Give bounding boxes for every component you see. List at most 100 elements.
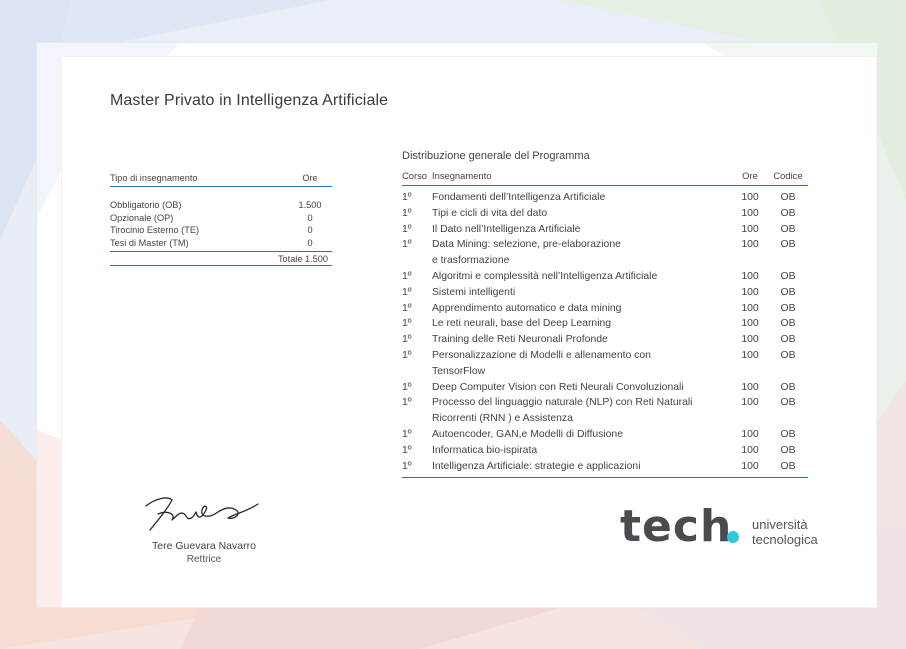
program-row-codice: OB [780,270,796,282]
program-row-ore: 100 [741,460,759,472]
header-codice: Codice [773,170,803,181]
program-row-insegnamento: Algoritmi e complessità nell’Intelligenz… [432,269,732,285]
summary-header-tipo: Tipo di insegnamento [110,173,198,183]
program-row-insegnamento: Deep Computer Vision con Reti Neurali Co… [432,380,732,396]
program-row-ore: 100 [741,239,759,251]
signatory-name: Tere Guevara Navarro [152,540,256,552]
program-row: 1º Training delle Reti Neuronali Profonde… [402,332,808,348]
program-header: Corso Insegnamento Ore Codice [402,170,808,186]
program-row: 1º Sistemi intelligenti 100 OB [402,285,808,301]
program-row-insegnamento: Sistemi intelligenti [432,285,732,301]
program-row-ore: 100 [741,318,759,330]
program-row-codice: OB [780,223,796,235]
summary-total: Totale 1.500 [110,252,332,266]
program-row-ore: 100 [741,302,759,314]
program-row-corso: 1º [402,444,412,456]
header-corso: Corso [402,170,428,181]
program-row-ore: 100 [741,192,759,203]
program-row-ore: 100 [741,349,759,361]
program-row-codice: OB [780,318,796,330]
summary-row: Tirocinio Esterno (TE) 0 [110,224,332,237]
program-row-insegnamento: Training delle Reti Neuronali Profonde [432,332,732,348]
program-row-corso: 1º [402,192,412,203]
program-row-insegnamento-line: Data Mining: selezione, pre-elaborazione [432,239,621,251]
program-row-ore: 100 [741,397,759,409]
program-row-ore: 100 [741,444,759,456]
program-row-ore: 100 [741,381,759,393]
summary-header-ore: Ore [302,173,318,183]
document-title: Master Privato in Intelligenza Artificia… [110,92,389,109]
program-row-corso: 1º [402,302,412,314]
program-row-codice: OB [780,397,796,409]
program-row: 1º Tipi e cicli di vita del dato 100 OB [402,206,808,222]
summary-row-value: 1.500 [298,200,322,210]
program-row-insegnamento: Personalizzazione di Modelli e allenamen… [432,348,732,380]
program-row-ore: 100 [741,207,759,219]
tech-logo: tech università tecnologica [620,503,830,559]
program-row-insegnamento: Informatica bio-ispirata [432,443,732,459]
program-row-insegnamento-line: Fondamenti dell’Intelligenza Artificiale [432,192,606,203]
program-row: 1º Fondamenti dell’Intelligenza Artificia… [402,190,808,206]
program-row-corso: 1º [402,223,412,235]
program-row-insegnamento-line: e trasformazione [432,255,510,267]
summary-rows: Obbligatorio (OB) 1.500 Opzionale (OP) 0… [110,187,332,252]
program-row-corso: 1º [402,334,412,346]
program-row-insegnamento-line: Training delle Reti Neuronali Profonde [432,334,608,346]
program-row-codice: OB [780,239,796,251]
program-row-insegnamento-line: Algoritmi e complessità nell’Intelligenz… [432,270,658,282]
program-row-insegnamento: Le reti neurali, base del Deep Learning [432,316,732,332]
program-row-insegnamento-line: Sistemi intelligenti [432,286,516,298]
program-row-insegnamento-line: Intelligenza Artificiale: strategie e ap… [432,460,641,472]
program-row-insegnamento-line: TensorFlow [432,365,486,377]
program-row-codice: OB [780,444,796,456]
program-row: 1º Le reti neurali, base del Deep Learnin… [402,316,808,332]
certificate-page: Master Privato in Intelligenza Artificia… [0,0,906,649]
program-row-insegnamento-line: Apprendimento automatico e data mining [432,302,622,314]
header-ore: Ore [742,170,758,181]
program-row-corso: 1º [402,286,412,298]
program-row: 1º Informatica bio-ispirata 100 OB [402,443,808,459]
summary-header: Tipo di insegnamento Ore [110,173,332,187]
program-rows: 1º Fondamenti dell’Intelligenza Artificia… [402,186,808,479]
program-row-insegnamento: Fondamenti dell’Intelligenza Artificiale [432,190,732,206]
program-row-codice: OB [780,428,796,440]
program-row-corso: 1º [402,239,412,251]
program-row: 1º Data Mining: selezione, pre-elaborazio… [402,237,808,269]
summary-row-value: 0 [307,237,313,248]
program-row-ore: 100 [741,270,759,282]
summary-row-label: Tesi di Master (TM) [110,237,189,248]
logo-subtitle-line1: università [752,517,808,532]
program-row-corso: 1º [402,318,412,330]
program-row-insegnamento-line: Informatica bio-ispirata [432,444,538,456]
summary-row-value: 0 [307,225,313,235]
program-row: 1º Algoritmi e complessità nell’Intellige… [402,269,808,285]
program-row-codice: OB [780,302,796,314]
logo-subtitle: università tecnologica [752,517,818,547]
summary-row-value: 0 [307,212,313,223]
program-row-ore: 100 [741,286,759,298]
program-row-corso: 1º [402,381,412,393]
program-row-insegnamento: Tipi e cicli di vita del dato [432,206,732,222]
program-row-insegnamento-line: Le reti neurali, base del Deep Learning [432,318,612,330]
program-row: 1º Il Dato nell’Intelligenza Artificiale 1… [402,222,808,238]
program-row-corso: 1º [402,428,412,440]
program-row-insegnamento-line: Deep Computer Vision con Reti Neurali Co… [432,381,684,393]
summary-row-label: Tirocinio Esterno (TE) [110,225,200,235]
logo-accent-dot-icon [727,531,739,543]
summary-row: Obbligatorio (OB) 1.500 [110,199,332,212]
signatory-role: Rettrice [186,554,222,565]
program-row-insegnamento-line: Ricorrenti (RNN ) e Assistenza [432,413,573,425]
summary-row: Opzionale (OP) 0 [110,212,332,225]
hours-summary-table: Tipo di insegnamento Ore Obbligatorio (O… [110,173,332,266]
program-row-insegnamento: Data Mining: selezione, pre-elaborazione… [432,237,732,269]
program-row-corso: 1º [402,349,412,361]
summary-row-label: Obbligatorio (OB) [110,200,182,210]
program-row-codice: OB [780,192,796,203]
program-row-insegnamento: Il Dato nell’Intelligenza Artificiale [432,222,732,238]
program-row-ore: 100 [741,334,759,346]
handwritten-signature-icon [145,497,259,531]
header-insegnamento: Insegnamento [432,170,492,181]
program-table: Distribuzione generale del Programma Cor… [402,150,808,479]
program-row-insegnamento: Processo del linguaggio naturale (NLP) c… [432,395,732,427]
program-row: 1º Processo del linguaggio naturale (NLP)… [402,395,808,427]
